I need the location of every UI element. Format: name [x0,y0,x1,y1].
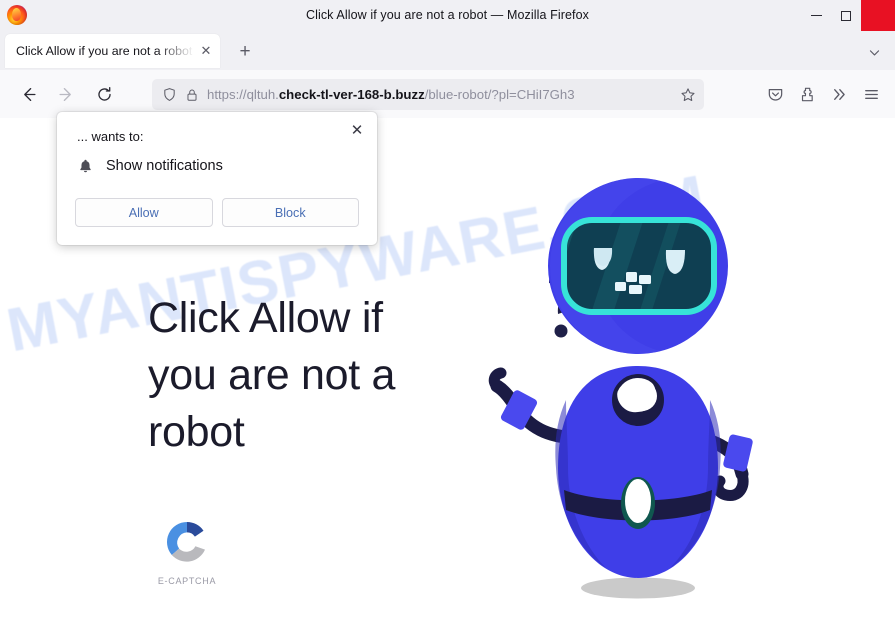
popup-permission-row: Show notifications [77,158,223,174]
shield-icon[interactable] [162,87,177,102]
captcha-logo: E-CAPTCHA [152,516,222,586]
url-scheme: https://qltuh. [207,87,279,102]
address-bar[interactable]: https://qltuh.check-tl-ver-168-b.buzz/bl… [152,79,704,110]
tab-title: Click Allow if you are not a robot [16,44,193,58]
robot-shadow [581,577,695,599]
title-bar: Click Allow if you are not a robot — Moz… [0,0,895,31]
tab-close-icon[interactable]: ✕ [196,41,216,61]
popup-origin-label: ... wants to: [77,129,144,144]
url-path: /blue-robot/?pl=CHiI7Gh3 [424,87,575,102]
toolbar-right-actions [759,78,887,110]
popup-permission-label: Show notifications [106,158,223,174]
url-text[interactable]: https://qltuh.check-tl-ver-168-b.buzz/bl… [207,87,676,102]
popup-actions: Allow Block [75,198,359,227]
window-title: Click Allow if you are not a robot — Moz… [305,8,590,22]
captcha-c-icon [166,522,205,562]
captcha-label: E-CAPTCHA [157,576,217,586]
navigation-toolbar: https://qltuh.check-tl-ver-168-b.buzz/bl… [0,70,895,118]
bell-icon [77,158,94,174]
window-controls [801,0,895,31]
overflow-icon[interactable] [823,78,855,110]
bookmark-star-icon[interactable] [680,87,696,103]
tab-active[interactable]: Click Allow if you are not a robot ✕ [5,34,220,68]
chevron-down-icon[interactable] [864,42,884,62]
robot-illustration [488,178,753,599]
popup-close-icon[interactable]: ✕ [345,118,369,142]
browser-window: Click Allow if you are not a robot — Moz… [0,0,895,642]
maximize-button[interactable] [831,0,861,31]
page-headline: Click Allow if you are not a robot [148,294,396,456]
lock-icon[interactable] [185,88,199,102]
forward-button[interactable] [50,78,82,110]
url-domain: check-tl-ver-168-b.buzz [278,87,425,102]
reload-button[interactable] [88,78,120,110]
minimize-button[interactable] [801,0,831,31]
notification-permission-popup: ... wants to: ✕ Show notifications Allow… [57,112,377,245]
robot-right-cuff [723,434,753,472]
new-tab-button[interactable]: + [233,40,257,64]
block-button[interactable]: Block [221,198,359,227]
pocket-icon[interactable] [759,78,791,110]
extensions-icon[interactable] [791,78,823,110]
robot-visor [564,220,714,312]
allow-button[interactable]: Allow [75,198,213,227]
close-window-button[interactable] [861,0,895,31]
tab-strip: Click Allow if you are not a robot ✕ + [0,31,895,70]
back-button[interactable] [12,78,44,110]
hamburger-menu-icon[interactable] [855,78,887,110]
